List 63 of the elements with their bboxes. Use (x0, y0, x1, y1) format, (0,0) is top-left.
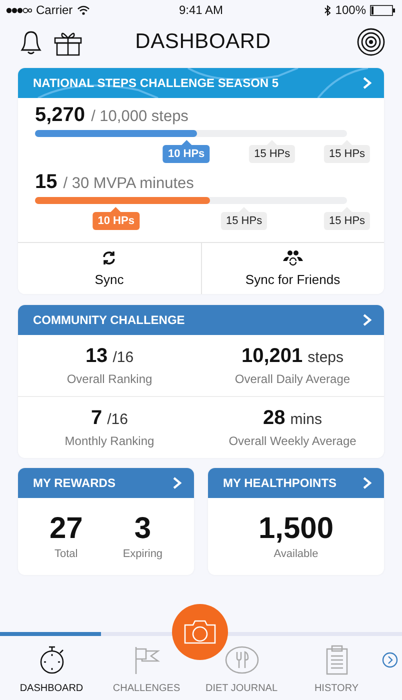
tab[interactable]: CHALLENGES (99, 636, 194, 694)
more-tabs-button[interactable] (382, 652, 398, 668)
stat-value: 10,201 (241, 345, 303, 368)
radar-icon (356, 27, 386, 57)
plate-icon (224, 645, 258, 675)
stat-value: 1,500 (258, 514, 334, 544)
goal-target: / 30 MVPA minutes (63, 175, 194, 193)
stat-label: Overall Ranking (66, 372, 152, 386)
stat-value: 27 (49, 514, 83, 544)
stat-value: 7 (91, 407, 102, 430)
stat-unit: /16 (107, 411, 128, 428)
stat-unit: mins (290, 411, 322, 428)
tab[interactable]: DIET JOURNAL (194, 636, 289, 694)
stat-label: Overall Daily Average (234, 372, 350, 386)
milestone-tag: 15 HPs (324, 145, 370, 163)
stat-value: 28 (263, 407, 286, 430)
goal-value: 5,270 (35, 104, 86, 127)
milestone-tag: 15 HPs (324, 212, 370, 230)
stat-label: Overall Weekly Average (228, 434, 356, 448)
sync-friends-button[interactable]: Sync for Friends (200, 243, 384, 294)
challenge-banner[interactable]: NATIONAL STEPS CHALLENGE SEASON 5 (18, 68, 384, 98)
stat-label: Total (54, 548, 78, 560)
milestone-tag: 15 HPs (249, 145, 296, 163)
chevron-icon (362, 313, 372, 327)
tab[interactable]: DASHBOARD (4, 636, 99, 694)
card-title: NATIONAL STEPS CHALLENGE SEASON 5 (33, 76, 279, 90)
milestone-tag: 10 HPs (162, 145, 210, 163)
chevron-circle-icon (382, 652, 398, 668)
stat-value: 13 (85, 345, 108, 368)
chevron-icon (362, 476, 372, 490)
bluetooth-icon (324, 4, 332, 16)
card-title: COMMUNITY CHALLENGE (33, 313, 185, 327)
friends-sync-icon (282, 250, 304, 266)
battery-icon (370, 4, 396, 16)
battery-percent: 100% (335, 3, 366, 17)
camera-icon (183, 619, 217, 645)
card-title: MY REWARDS (33, 476, 116, 490)
chevron-icon (172, 476, 182, 490)
healthpoints-header[interactable]: MY HEALTHPOINTS (208, 468, 384, 498)
milestone-tag: 10 HPs (92, 212, 140, 230)
milestone-tag: 15 HPs (221, 212, 268, 230)
community-header[interactable]: COMMUNITY CHALLENGE (18, 305, 384, 335)
page-title: DASHBOARD (134, 30, 272, 54)
status-time: 9:41 AM (178, 3, 224, 17)
tracker-button[interactable] (356, 27, 386, 57)
goal-target: / 10,000 steps (91, 108, 188, 126)
carrier-name: Carrier (36, 3, 73, 17)
stat-unit: /16 (112, 349, 134, 366)
stat-label: Expiring (122, 548, 163, 560)
rewards-header[interactable]: MY REWARDS (18, 468, 194, 498)
card-title: MY HEALTHPOINTS (223, 476, 337, 490)
stat-label: Available (274, 548, 318, 560)
stat-unit: steps (308, 349, 344, 366)
clipboard-icon (324, 645, 350, 675)
sync-button[interactable]: Sync (18, 243, 200, 294)
goal-value: 15 (35, 171, 58, 194)
signal-icon (6, 6, 32, 14)
wifi-icon (76, 5, 90, 15)
stat-label: Monthly Ranking (64, 434, 154, 448)
tab[interactable]: HISTORY (289, 636, 384, 694)
sync-icon (101, 250, 118, 266)
stat-value: 3 (134, 514, 152, 544)
chevron-icon (362, 76, 372, 90)
